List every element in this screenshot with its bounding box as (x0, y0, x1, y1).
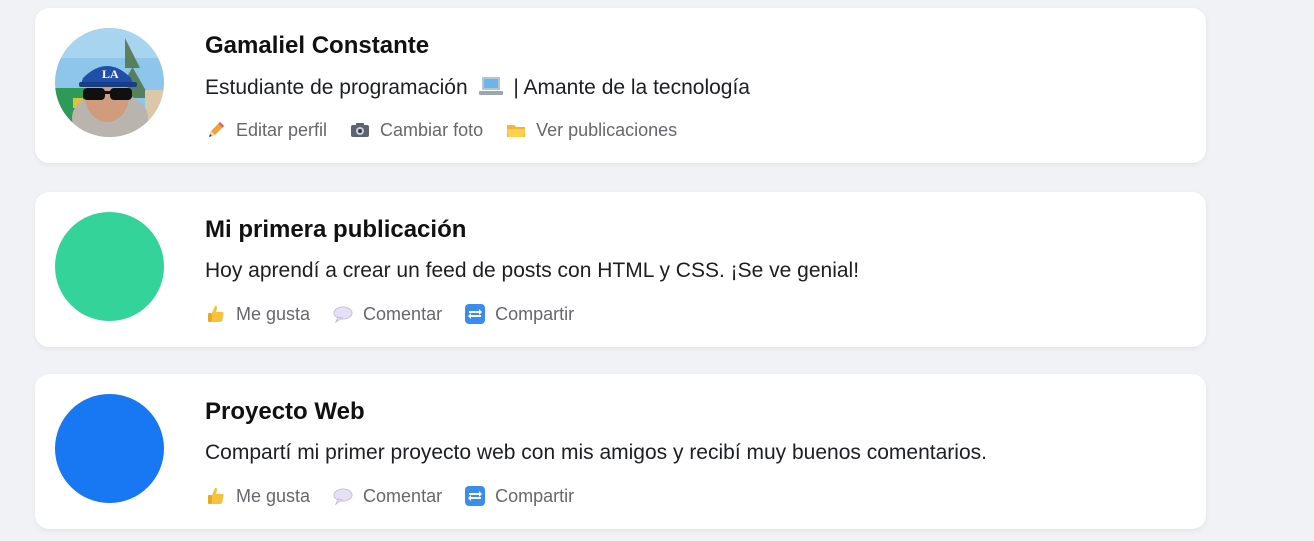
like-button[interactable]: Me gusta (205, 485, 310, 507)
post-avatar[interactable] (55, 394, 164, 503)
change-photo-button[interactable]: Cambiar foto (349, 119, 483, 141)
edit-profile-label: Editar perfil (236, 119, 328, 140)
profile-actions: Editar perfil Cambiar foto Ver publicaci… (205, 119, 677, 141)
share-label: Compartir (495, 485, 575, 506)
view-posts-button[interactable]: Ver publicaciones (505, 119, 677, 141)
thumbs-up-icon (205, 303, 227, 325)
profile-name: Gamaliel Constante (205, 32, 430, 59)
post-card: Mi primera publicación Hoy aprendí a cre… (35, 192, 1206, 347)
repeat-icon (464, 303, 486, 325)
comment-button[interactable]: Comentar (332, 485, 442, 507)
comment-label: Comentar (363, 303, 443, 324)
profile-card: LA Gamaliel Constante Estudiante de prog… (35, 8, 1206, 163)
share-button[interactable]: Compartir (464, 485, 574, 507)
change-photo-label: Cambiar foto (380, 119, 484, 140)
repeat-icon (464, 485, 486, 507)
post-text: Compartí mi primer proyecto web con mis … (205, 441, 987, 464)
post-text: Hoy aprendí a crear un feed de posts con… (205, 259, 860, 282)
post-avatar[interactable] (55, 212, 164, 321)
folder-icon (505, 119, 527, 141)
profile-bio-suffix: | Amante de la tecnología (513, 76, 750, 99)
comment-button[interactable]: Comentar (332, 303, 442, 325)
post-card: Proyecto Web Compartí mi primer proyecto… (35, 374, 1206, 529)
speech-bubble-icon (332, 303, 354, 325)
profile-bio: Estudiante de programación | Amante de l… (205, 75, 750, 103)
camera-icon (349, 119, 371, 141)
share-label: Compartir (495, 303, 575, 324)
profile-bio-text: Estudiante de programación (205, 76, 468, 99)
comment-label: Comentar (363, 485, 443, 506)
post-title: Proyecto Web (205, 398, 365, 425)
edit-profile-button[interactable]: Editar perfil (205, 119, 327, 141)
post-actions: Me gusta Comentar Compartir (205, 485, 574, 507)
view-posts-label: Ver publicaciones (536, 119, 678, 140)
profile-avatar[interactable]: LA (55, 28, 164, 137)
like-label: Me gusta (236, 303, 311, 324)
svg-text:LA: LA (102, 67, 119, 81)
speech-bubble-icon (332, 485, 354, 507)
thumbs-up-icon (205, 485, 227, 507)
like-label: Me gusta (236, 485, 311, 506)
post-actions: Me gusta Comentar Compartir (205, 303, 574, 325)
like-button[interactable]: Me gusta (205, 303, 310, 325)
laptop-icon (478, 75, 504, 103)
profile-photo: LA (55, 28, 164, 137)
post-title: Mi primera publicación (205, 216, 467, 243)
share-button[interactable]: Compartir (464, 303, 574, 325)
pencil-icon (205, 119, 227, 141)
